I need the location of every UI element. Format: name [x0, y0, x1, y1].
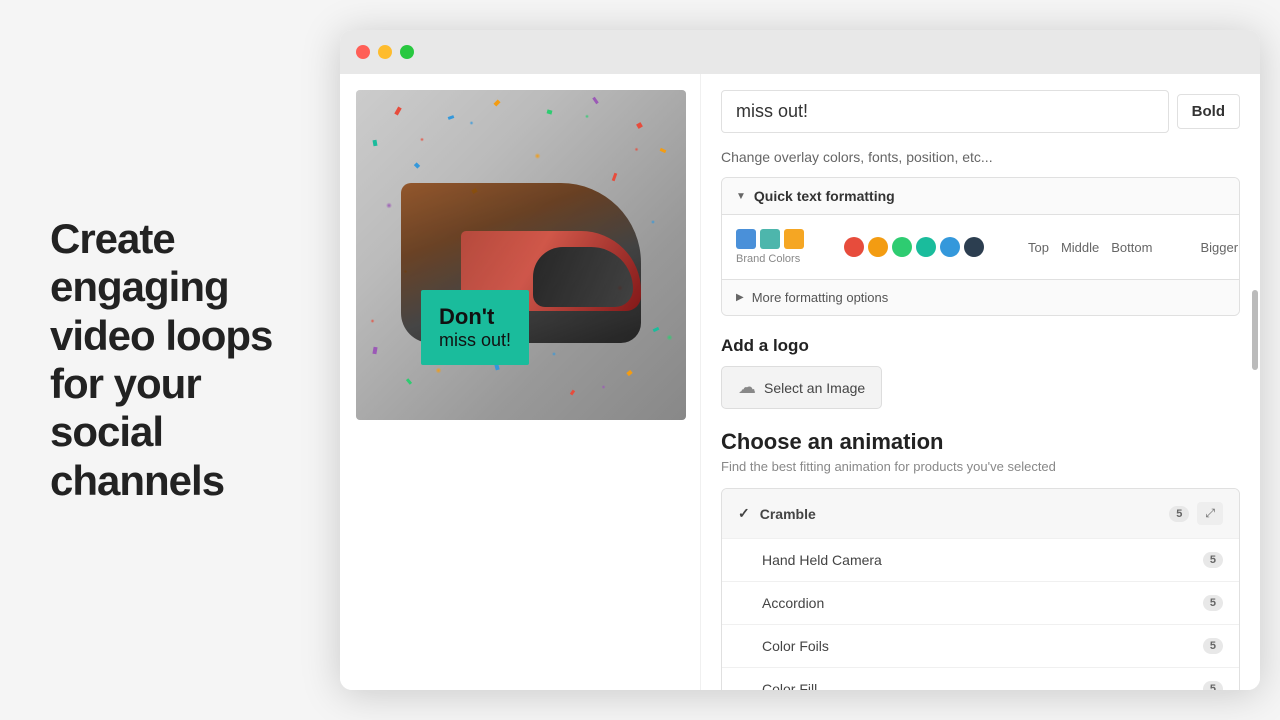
size-buttons: Bigger Smaller — [1196, 238, 1240, 257]
animation-badge-colorfoils: 5 — [1203, 638, 1223, 654]
page-wrapper: Create engaging video loops for your soc… — [0, 0, 1280, 720]
animation-badge-cramble: 5 — [1169, 506, 1189, 522]
select-image-button[interactable]: ☁ Select an Image — [721, 366, 882, 409]
maximize-button[interactable] — [400, 45, 414, 59]
animation-badge-colorfill: 5 — [1203, 681, 1223, 690]
chevron-down-icon: ▼ — [736, 191, 746, 202]
left-panel: Create engaging video loops for your soc… — [0, 175, 340, 545]
animation-item-colorfoils[interactable]: Color Foils 5 — [722, 625, 1239, 668]
sneaker-toe — [533, 247, 633, 307]
add-logo-section: Add a logo ☁ Select an Image — [721, 336, 1240, 409]
position-middle-button[interactable]: Middle — [1057, 238, 1103, 257]
position-bottom-button[interactable]: Bottom — [1107, 238, 1156, 257]
animation-item-accordion[interactable]: Accordion 5 — [722, 582, 1239, 625]
more-formatting-label: More formatting options — [752, 290, 889, 305]
animation-title: Choose an animation — [721, 429, 1240, 455]
size-bigger-button[interactable]: Bigger — [1196, 238, 1240, 257]
animation-name-accordion: Accordion — [738, 595, 1195, 611]
animation-badge-accordion: 5 — [1203, 595, 1223, 611]
dot-color-swatches — [844, 237, 984, 257]
minimize-button[interactable] — [378, 45, 392, 59]
title-bar — [340, 30, 1260, 74]
animation-name-cramble: Cramble — [760, 506, 1162, 522]
swatch-blue[interactable] — [736, 229, 756, 249]
dot-swatch-red[interactable] — [844, 237, 864, 257]
dot-swatch-green[interactable] — [892, 237, 912, 257]
scrollbar[interactable] — [1252, 290, 1258, 370]
brand-colors-label: Brand Colors — [736, 253, 804, 265]
animation-badge-handheld: 5 — [1203, 552, 1223, 568]
text-overlay: Don't miss out! — [421, 290, 529, 365]
main-text-input[interactable] — [721, 90, 1169, 133]
animation-list: ✓ Cramble 5 ⤢ Hand Held Camera 5 Acc — [721, 488, 1240, 690]
close-button[interactable] — [356, 45, 370, 59]
dot-swatch-orange[interactable] — [868, 237, 888, 257]
preview-button-cramble[interactable]: ⤢ — [1197, 502, 1223, 525]
position-top-button[interactable]: Top — [1024, 238, 1053, 257]
swatch-orange[interactable] — [784, 229, 804, 249]
browser-window: Don't miss out! Bold Change overlay colo… — [340, 30, 1260, 690]
overlay-line2: miss out! — [439, 330, 511, 351]
overlay-line1: Don't — [439, 304, 511, 330]
dot-swatch-blue[interactable] — [940, 237, 960, 257]
animation-name-colorfill: Color Fill — [738, 681, 1195, 690]
right-panel[interactable]: Bold Change overlay colors, fonts, posit… — [700, 74, 1260, 690]
browser-content: Don't miss out! Bold Change overlay colo… — [340, 74, 1260, 690]
animation-subtitle: Find the best fitting animation for prod… — [721, 459, 1240, 474]
formatting-title: Quick text formatting — [754, 188, 895, 204]
dot-swatch-teal[interactable] — [916, 237, 936, 257]
swatch-teal[interactable] — [760, 229, 780, 249]
select-image-label: Select an Image — [764, 380, 865, 396]
chevron-right-icon: ▶ — [736, 292, 744, 303]
brand-colors-group: Brand Colors — [736, 229, 804, 265]
hero-headline: Create engaging video loops for your soc… — [50, 215, 290, 505]
upload-icon: ☁ — [738, 377, 756, 398]
animation-name-handheld: Hand Held Camera — [738, 552, 1195, 568]
add-logo-title: Add a logo — [721, 336, 1240, 356]
animation-item-handheld[interactable]: Hand Held Camera 5 — [722, 539, 1239, 582]
dot-swatch-dark[interactable] — [964, 237, 984, 257]
more-formatting-row[interactable]: ▶ More formatting options — [722, 279, 1239, 315]
brand-color-swatches — [736, 229, 804, 249]
animation-name-colorfoils: Color Foils — [738, 638, 1195, 654]
product-image: Don't miss out! — [356, 90, 686, 420]
position-buttons: Top Middle Bottom — [1024, 238, 1156, 257]
overlay-change-label: Change overlay colors, fonts, position, … — [721, 149, 1240, 165]
sneaker-background — [356, 90, 686, 420]
bold-button[interactable]: Bold — [1177, 94, 1240, 129]
animation-item-cramble[interactable]: ✓ Cramble 5 ⤢ — [722, 489, 1239, 539]
image-area: Don't miss out! — [340, 74, 700, 690]
formatting-section: ▼ Quick text formatting Brand Colors — [721, 177, 1240, 316]
text-input-row: Bold — [721, 90, 1240, 133]
check-icon: ✓ — [738, 505, 750, 522]
formatting-body: Brand Colors — [722, 215, 1239, 279]
animation-item-colorfill[interactable]: Color Fill 5 — [722, 668, 1239, 690]
animation-section: Choose an animation Find the best fittin… — [721, 429, 1240, 690]
formatting-header[interactable]: ▼ Quick text formatting — [722, 178, 1239, 215]
